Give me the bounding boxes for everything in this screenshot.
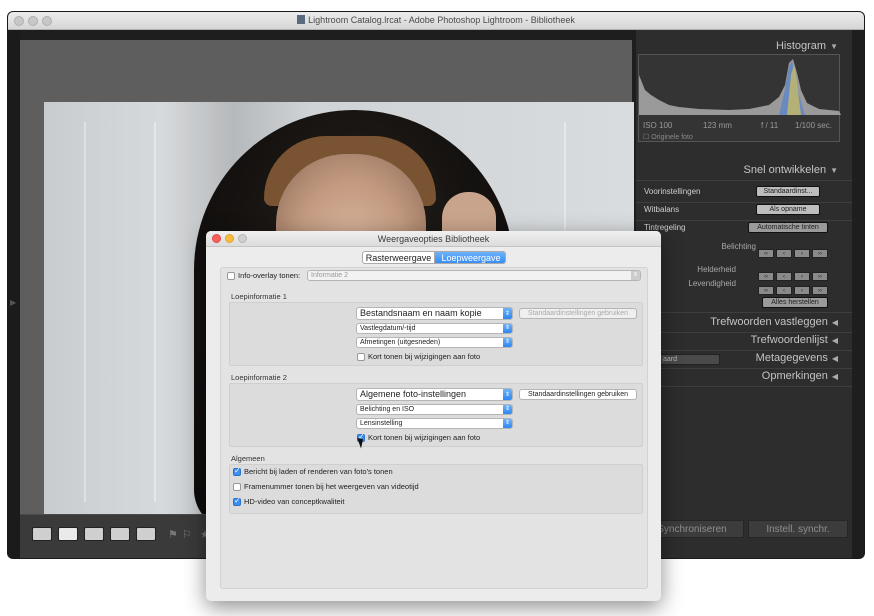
library-view-options-dialog: Weergaveopties Bibliotheek Rasterweergav… <box>206 231 661 601</box>
tab-loupe-view[interactable]: Loepweergave <box>435 252 505 263</box>
grid-view-button[interactable] <box>32 527 52 541</box>
view-tabs: Rasterweergave Loepweergave <box>362 251 506 264</box>
exposure-label: Belichting <box>721 242 756 251</box>
clarity-stepper[interactable]: ‹‹ ‹ › ›› <box>756 265 828 281</box>
window-titlebar: Lightroom Catalog.lrcat - Adobe Photosho… <box>8 12 864 30</box>
panel-divider <box>636 350 852 351</box>
exposure-stepper[interactable]: ‹‹ ‹ › ›› <box>756 242 828 258</box>
loupe2-show-briefly-label: Kort tonen bij wijzigingen aan foto <box>368 433 481 442</box>
focal-length-value: 123 mm <box>703 121 732 130</box>
loupe2-defaults-button[interactable]: Standaardinstellingen gebruiken <box>519 389 637 400</box>
left-panel-collapsed[interactable]: ▶ <box>8 30 20 558</box>
auto-tone-button[interactable]: Automatische tinten <box>748 222 828 233</box>
loupe1-line1-select[interactable]: Bestandsnaam en naam kopie ⇕ <box>356 307 513 320</box>
iso-value: ISO 100 <box>643 121 673 130</box>
loupe1-defaults-button[interactable]: Standaardinstellingen gebruiken <box>519 308 637 319</box>
frame-number-label: Framenummer tonen bij het weergeven van … <box>244 482 419 491</box>
loupe1-line2-select[interactable]: Vastlegdatum/-tijd ⇕ <box>356 323 513 334</box>
survey-view-button[interactable] <box>110 527 130 541</box>
histogram[interactable]: ISO 100 123 mm f / 11 1/100 sec. ☐ Origi… <box>638 54 841 142</box>
presets-row: Voorinstellingen Standaardinst... <box>638 186 840 200</box>
vibrance-stepper[interactable]: ‹‹ ‹ › ›› <box>756 279 828 295</box>
dialog-title: Weergaveopties Bibliotheek <box>377 234 490 244</box>
expand-triangle-icon[interactable]: ◀ <box>832 336 842 345</box>
vibrance-label: Levendigheid <box>688 279 736 288</box>
loupe-info-1-title: Loepinformatie 1 <box>231 292 287 301</box>
window-title: Lightroom Catalog.lrcat - Adobe Photosho… <box>8 15 864 25</box>
updown-arrows-icon: ⇕ <box>503 419 512 428</box>
info-overlay-checkbox[interactable] <box>227 272 235 280</box>
tone-control-row: Tintregeling Automatische tinten <box>638 222 840 236</box>
loupe2-line2-select[interactable]: Belichting en ISO ⇕ <box>356 404 513 415</box>
original-photo-toggle[interactable]: ☐ Originele foto <box>643 133 693 141</box>
frame-number-checkbox[interactable] <box>233 483 241 491</box>
loupe-info-2-group: Algemene foto-instellingen ⇕ Standaardins… <box>229 383 643 447</box>
loading-message-label: Bericht bij laden of renderen van foto's… <box>244 467 393 476</box>
updown-arrows-icon: ⇕ <box>631 271 640 280</box>
loupe2-line3-select[interactable]: Lensinstelling ⇕ <box>356 418 513 429</box>
panel-divider <box>636 368 852 369</box>
tab-grid-view[interactable]: Rasterweergave <box>363 252 435 263</box>
white-balance-row: Witbalans Als opname <box>638 204 840 218</box>
updown-arrows-icon: ⇕ <box>503 389 512 400</box>
info-overlay-label: Info-overlay tonen: <box>238 271 301 280</box>
histogram-graph <box>639 59 841 115</box>
expand-left-panel-icon[interactable]: ▶ <box>10 298 16 307</box>
loupe1-show-briefly-label: Kort tonen bij wijzigingen aan foto <box>368 352 481 361</box>
compare-view-button[interactable] <box>84 527 104 541</box>
aperture-value: f / 11 <box>761 121 779 130</box>
reject-flag-icon[interactable]: ⚐ <box>182 528 192 541</box>
panel-divider <box>636 180 852 181</box>
dialog-titlebar: Weergaveopties Bibliotheek <box>206 231 661 247</box>
expand-triangle-icon[interactable]: ◀ <box>832 372 842 381</box>
loupe-info-1-group: Bestandsnaam en naam kopie ⇕ Standaardins… <box>229 302 643 366</box>
general-group: Bericht bij laden of renderen van foto's… <box>229 464 643 514</box>
presets-select[interactable]: Standaardinst... <box>756 186 820 197</box>
panel-divider <box>636 312 852 313</box>
shutter-value: 1/100 sec. <box>795 121 832 130</box>
updown-arrows-icon: ⇕ <box>503 324 512 333</box>
info-overlay-select[interactable]: Informatie 2 ⇕ <box>307 270 641 281</box>
dialog-body: Info-overlay tonen: Informatie 2 ⇕ Loepin… <box>220 267 648 589</box>
panel-divider <box>636 332 852 333</box>
hd-video-draft-label: HD-video van conceptkwaliteit <box>244 497 345 506</box>
catalog-document-icon <box>297 15 306 24</box>
white-balance-select[interactable]: Als opname <box>756 204 820 215</box>
panel-divider <box>636 202 852 203</box>
updown-arrows-icon: ⇕ <box>503 405 512 414</box>
people-view-button[interactable] <box>136 527 156 541</box>
updown-arrows-icon: ⇕ <box>503 308 512 319</box>
sync-settings-button[interactable]: Instell. synchr. <box>748 520 848 538</box>
wall-panel-line <box>154 122 156 502</box>
clarity-label: Helderheid <box>697 265 736 274</box>
wall-panel-line <box>84 122 86 502</box>
loupe-info-2-title: Loepinformatie 2 <box>231 373 287 382</box>
loading-message-checkbox[interactable] <box>233 466 241 476</box>
expand-triangle-icon[interactable]: ◀ <box>832 354 842 363</box>
collapse-triangle-icon[interactable]: ▼ <box>830 42 842 51</box>
hd-video-draft-checkbox[interactable] <box>233 496 241 506</box>
loupe-view-button[interactable] <box>58 527 78 541</box>
panel-divider <box>636 220 852 221</box>
expand-triangle-icon[interactable]: ◀ <box>832 318 842 327</box>
updown-arrows-icon: ⇕ <box>503 338 512 347</box>
reset-all-button[interactable]: Alles herstellen <box>762 297 828 308</box>
loupe2-line1-select[interactable]: Algemene foto-instellingen ⇕ <box>356 388 513 401</box>
general-title: Algemeen <box>231 454 265 463</box>
collapse-triangle-icon[interactable]: ▼ <box>830 166 842 175</box>
loupe1-show-briefly-checkbox[interactable] <box>357 353 365 361</box>
right-panel: Histogram ▼ ISO 100 123 mm f / 11 1/100 s… <box>636 30 852 558</box>
panel-divider <box>636 386 852 387</box>
flag-icon[interactable]: ⚑ <box>168 528 178 541</box>
loupe1-line3-select[interactable]: Afmetingen (uitgesneden) ⇕ <box>356 337 513 348</box>
